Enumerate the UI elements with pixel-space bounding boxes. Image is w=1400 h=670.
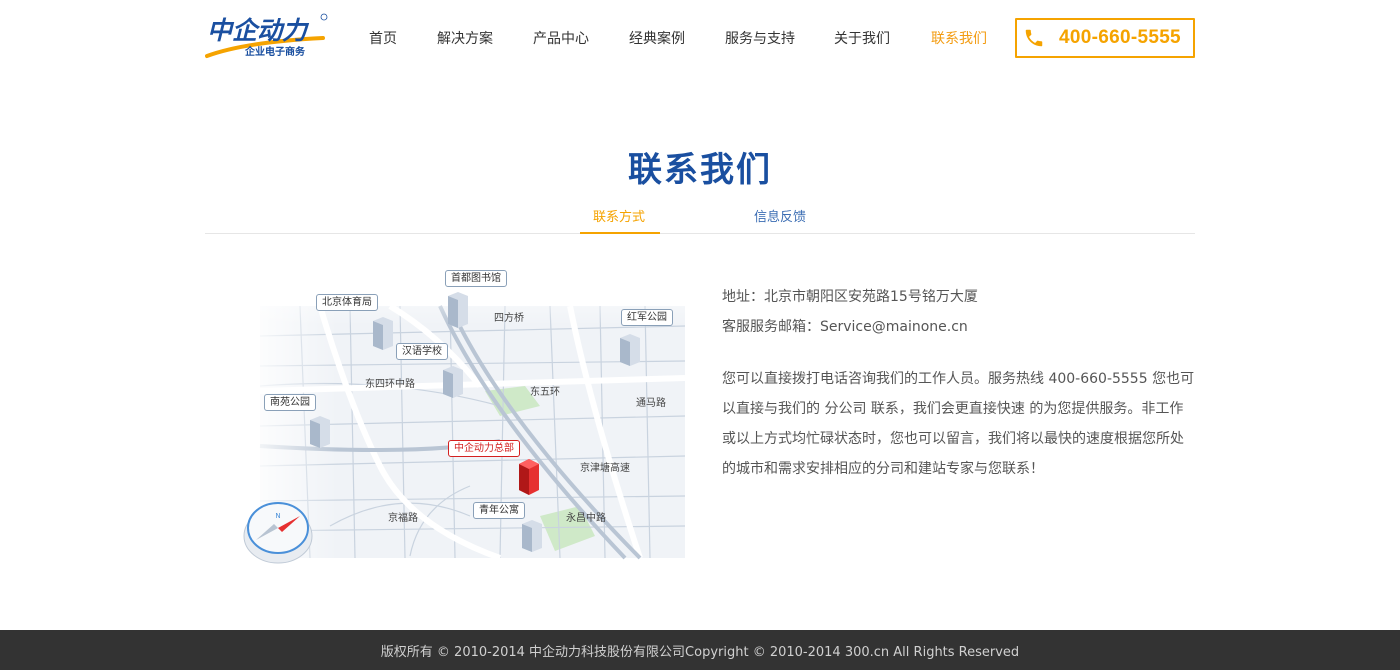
copyright-text: 版权所有 © 2010-2014 中企动力科技股份有限公司Copyright ©… <box>380 645 1020 660</box>
map-label-sports-bureau: 北京体育局 <box>316 294 378 311</box>
contact-description: 您可以直接拨打电话咨询我们的工作人员。服务热线 400-660-5555 您也可… <box>722 371 1195 477</box>
map-road-east-5th-ring: 东五环 <box>530 387 560 398</box>
map-label-capital-library: 首都图书馆 <box>445 270 507 287</box>
map-road-jingfu: 京福路 <box>388 513 418 524</box>
nav-item-home[interactable]: 首页 <box>369 28 397 48</box>
map-label-language-school: 汉语学校 <box>396 343 448 360</box>
nav-item-about[interactable]: 关于我们 <box>834 28 890 48</box>
map-background: N <box>240 266 685 566</box>
brand-logo-graphic: 中企动力 企业电子商务 <box>205 13 328 58</box>
map-label-nanyuan-park: 南苑公园 <box>264 394 316 411</box>
map-road-tongma: 通马路 <box>636 398 666 409</box>
site-header: 中企动力 企业电子商务 首页 解决方案 产品中心 经典案例 服务与支持 关于我们… <box>0 0 1400 76</box>
compass-icon: N <box>243 502 313 564</box>
map-label-youth-apartment: 青年公寓 <box>473 502 525 519</box>
map-label-headquarters: 中企动力总部 <box>448 440 520 457</box>
nav-item-service-support[interactable]: 服务与支持 <box>725 28 795 48</box>
active-tab-indicator <box>580 232 660 234</box>
site-footer: 版权所有 © 2010-2014 中企动力科技股份有限公司Copyright ©… <box>0 630 1400 670</box>
logo-brand-text: 中企动力 <box>207 16 310 45</box>
hotline-box[interactable]: 400-660-5555 <box>1015 18 1195 58</box>
map-road-sifangqiao: 四方桥 <box>494 313 524 324</box>
tab-contact-method[interactable]: 联系方式 <box>593 206 645 225</box>
contact-tabs: 联系方式 信息反馈 <box>205 200 1195 234</box>
map-road-yongchang: 永昌中路 <box>566 513 606 524</box>
contact-email: 客服服务邮箱：Service@mainone.cn <box>722 319 968 335</box>
page-title: 联系我们 <box>628 150 772 190</box>
contact-address: 地址：北京市朝阳区安苑路15号铭万大厦 <box>722 289 978 305</box>
map-road-east-4th-ring: 东四环中路 <box>365 379 415 390</box>
nav-item-contact[interactable]: 联系我们 <box>931 28 987 48</box>
tab-feedback[interactable]: 信息反馈 <box>754 206 806 225</box>
svg-text:N: N <box>275 512 280 520</box>
nav-item-solutions[interactable]: 解决方案 <box>437 28 493 48</box>
logo-tagline: 企业电子商务 <box>244 45 306 58</box>
phone-icon <box>1023 27 1045 49</box>
hotline-number: 400-660-5555 <box>1059 27 1181 48</box>
contact-info: 地址：北京市朝阳区安苑路15号铭万大厦 客服服务邮箱：Service@maino… <box>722 286 1197 484</box>
map-road-jingjintang: 京津塘高速 <box>580 463 630 474</box>
nav-item-products[interactable]: 产品中心 <box>533 28 589 48</box>
brand-logo[interactable]: 中企动力 企业电子商务 <box>205 12 330 64</box>
map-label-hongjun-park: 红军公园 <box>621 309 673 326</box>
location-map: N 首都图书馆 北京体育局 红军公园 汉语学校 南苑公园 中企动力总部 青年公寓… <box>240 266 685 566</box>
nav-item-cases[interactable]: 经典案例 <box>629 28 685 48</box>
